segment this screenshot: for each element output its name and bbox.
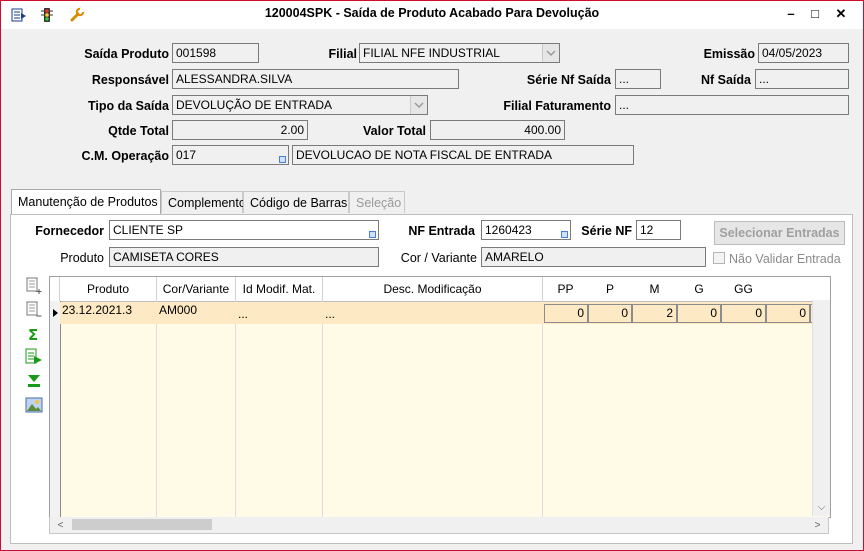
- filial-faturamento-field[interactable]: ...: [615, 95, 849, 115]
- nao-validar-entrada-label: Não Validar Entrada: [729, 252, 841, 266]
- svg-text:Σ: Σ: [28, 326, 38, 343]
- cell-g[interactable]: 0: [677, 304, 721, 323]
- chevron-down-icon: [546, 50, 556, 57]
- serie-nf-label: Série NF: [581, 224, 632, 238]
- scroll-left-arrow-icon[interactable]: <: [52, 517, 69, 534]
- lookup-icon[interactable]: [279, 156, 286, 163]
- emissao-label: Emissão: [703, 47, 755, 61]
- column-header-g[interactable]: G: [677, 277, 721, 301]
- nf-saida-field[interactable]: ...: [755, 69, 849, 89]
- cell-id-modif-mat[interactable]: ...: [238, 302, 323, 324]
- cell-m[interactable]: 2: [632, 304, 677, 323]
- fornecedor-label: Fornecedor: [35, 224, 104, 238]
- sum-icon[interactable]: Σ: [25, 325, 43, 343]
- column-header-desc-modificacao[interactable]: Desc. Modificação: [323, 277, 543, 301]
- cm-operacao-label: C.M. Operação: [81, 149, 169, 163]
- download-icon[interactable]: [25, 372, 43, 390]
- tab-selecao[interactable]: Seleção: [349, 191, 405, 213]
- tab-codigo-barras[interactable]: Código de Barras: [243, 191, 349, 213]
- column-header-cor-variante[interactable]: Cor/Variante: [157, 277, 236, 301]
- scrollbar-thumb[interactable]: [72, 519, 212, 530]
- qtde-total-field[interactable]: 2.00: [172, 120, 308, 140]
- main-window: 120004SPK - Saída de Produto Acabado Par…: [0, 0, 864, 551]
- chevron-down-icon: [414, 102, 424, 109]
- produto-label: Produto: [60, 251, 104, 265]
- nf-entrada-value: 1260423: [485, 223, 532, 237]
- scroll-down-arrow-icon[interactable]: ⌵: [813, 499, 830, 516]
- table-row[interactable]: 23.12.2021.3 AM000 ... ... 0 0 2 0 0 0: [60, 302, 830, 324]
- cm-operacao-code: 017: [176, 148, 197, 162]
- fornecedor-field[interactable]: CLIENTE SP: [109, 220, 379, 240]
- add-row-icon[interactable]: [25, 277, 43, 295]
- image-icon[interactable]: [25, 396, 43, 414]
- qtde-total-label: Qtde Total: [108, 124, 169, 138]
- cell-gg[interactable]: 0: [721, 304, 766, 323]
- tipo-saida-value: DEVOLUÇÃO DE ENTRADA: [176, 98, 333, 112]
- grid-column-divider: [156, 301, 157, 517]
- valor-total-label: Valor Total: [363, 124, 426, 138]
- column-header-produto[interactable]: Produto: [60, 277, 157, 301]
- selecionar-entradas-button[interactable]: Selecionar Entradas: [714, 221, 845, 245]
- produto-field[interactable]: CAMISETA CORES: [109, 247, 379, 267]
- minimize-button[interactable]: –: [779, 5, 803, 23]
- remove-row-icon[interactable]: [25, 301, 43, 319]
- grid-header: Produto Cor/Variante Id Modif. Mat. Desc…: [50, 277, 830, 302]
- tipo-saida-label: Tipo da Saída: [87, 99, 169, 113]
- responsavel-field[interactable]: ALESSANDRA.SILVA: [172, 69, 459, 89]
- horizontal-scrollbar[interactable]: < >: [49, 517, 829, 534]
- products-grid: Produto Cor/Variante Id Modif. Mat. Desc…: [49, 276, 831, 518]
- filial-dropdown-button[interactable]: [542, 44, 559, 62]
- nf-entrada-label: NF Entrada: [408, 224, 475, 238]
- tab-manutencao-produtos[interactable]: Manutenção de Produtos: [11, 189, 161, 214]
- cell-p[interactable]: 0: [588, 304, 632, 323]
- lookup-icon[interactable]: [561, 231, 568, 238]
- window-title: 120004SPK - Saída de Produto Acabado Par…: [264, 6, 600, 20]
- serie-nf-saida-label: Série Nf Saída: [526, 73, 611, 87]
- filial-label: Filial: [328, 47, 357, 61]
- close-button[interactable]: ✕: [829, 5, 853, 23]
- saida-produto-field[interactable]: 001598: [172, 43, 259, 63]
- nf-saida-label: Nf Saída: [700, 73, 751, 87]
- grid-corner: [50, 277, 60, 301]
- fornecedor-value: CLIENTE SP: [113, 223, 184, 237]
- scroll-right-arrow-icon[interactable]: >: [809, 517, 826, 534]
- maximize-button[interactable]: □: [803, 5, 827, 23]
- export-icon[interactable]: [25, 348, 43, 366]
- cell-cor-variante[interactable]: AM000: [159, 302, 236, 324]
- column-header-m[interactable]: M: [632, 277, 677, 301]
- grid-column-divider: [542, 301, 543, 517]
- grid-column-divider: [322, 301, 323, 517]
- cor-variante-field[interactable]: AMARELO: [481, 247, 706, 267]
- cell-produto[interactable]: 23.12.2021.3: [62, 302, 157, 324]
- tab-complemento[interactable]: Complemento: [161, 191, 246, 213]
- column-header-pp[interactable]: PP: [543, 277, 588, 301]
- valor-total-field[interactable]: 400.00: [430, 120, 565, 140]
- cm-operacao-description-field[interactable]: DEVOLUCAO DE NOTA FISCAL DE ENTRADA: [292, 145, 634, 165]
- tipo-saida-dropdown-button[interactable]: [410, 96, 427, 114]
- cor-variante-label: Cor / Variante: [400, 251, 477, 265]
- nf-entrada-field[interactable]: 1260423: [481, 220, 571, 240]
- tipo-saida-select[interactable]: DEVOLUÇÃO DE ENTRADA: [172, 95, 428, 115]
- filial-value: FILIAL NFE INDUSTRIAL: [363, 46, 500, 60]
- grid-column-divider: [235, 301, 236, 517]
- cell-extra[interactable]: 0: [766, 304, 810, 323]
- column-header-gg[interactable]: GG: [721, 277, 766, 301]
- cell-desc-modificacao[interactable]: ...: [325, 302, 540, 324]
- responsavel-label: Responsável: [91, 73, 169, 87]
- cell-pp[interactable]: 0: [544, 304, 588, 323]
- emissao-field[interactable]: 04/05/2023: [758, 43, 849, 63]
- titlebar: 120004SPK - Saída de Produto Acabado Par…: [1, 1, 863, 29]
- column-header-p[interactable]: P: [588, 277, 632, 301]
- nao-validar-entrada-checkbox[interactable]: [713, 252, 725, 264]
- saida-produto-label: Saída Produto: [84, 47, 169, 61]
- vertical-scrollbar[interactable]: ⌵: [812, 300, 830, 516]
- cm-operacao-code-field[interactable]: 017: [172, 145, 289, 165]
- column-header-id-modif-mat[interactable]: Id Modif. Mat.: [236, 277, 323, 301]
- lookup-icon[interactable]: [369, 231, 376, 238]
- serie-nf-saida-field[interactable]: ...: [615, 69, 661, 89]
- serie-nf-field[interactable]: 12: [636, 220, 681, 240]
- row-indicator-column: [50, 301, 61, 517]
- filial-select[interactable]: FILIAL NFE INDUSTRIAL: [359, 43, 560, 63]
- filial-faturamento-label: Filial Faturamento: [503, 99, 611, 113]
